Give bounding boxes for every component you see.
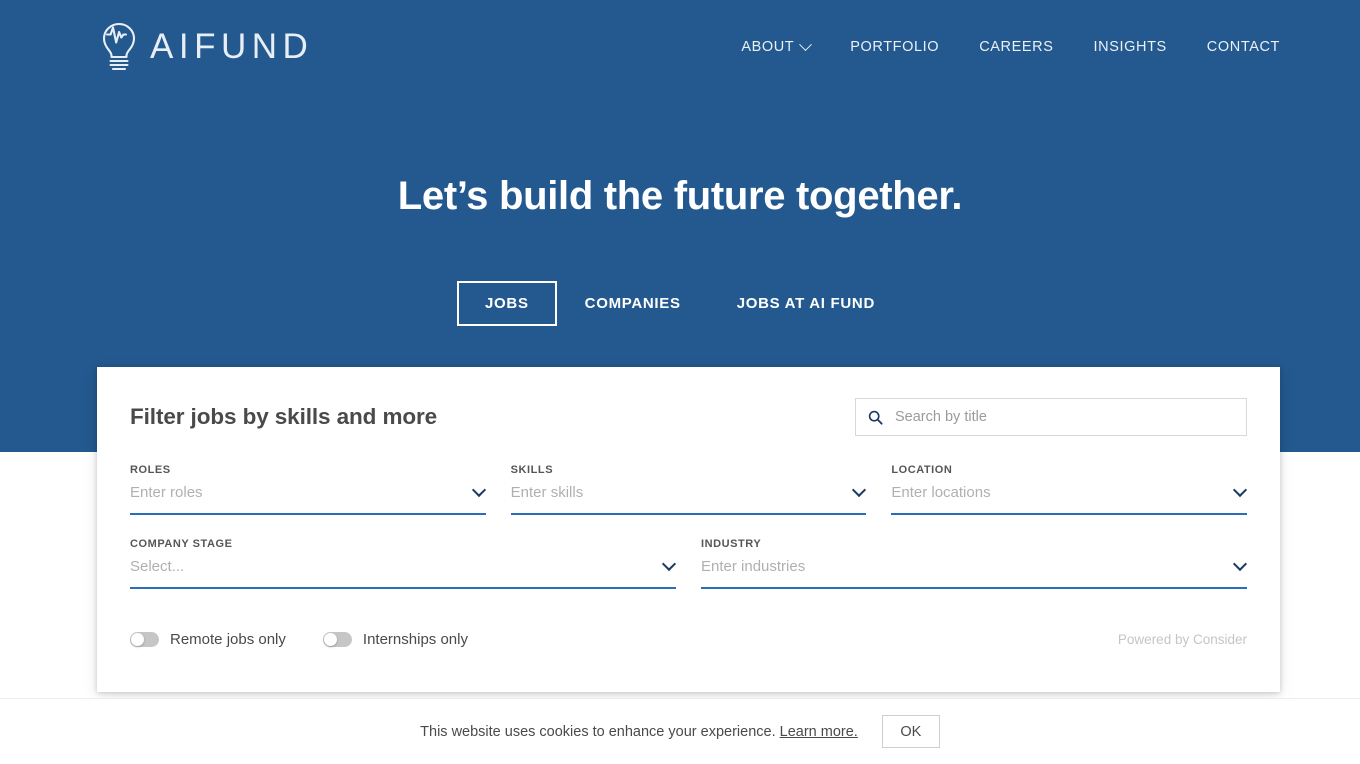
filter-location-placeholder: Enter locations (891, 484, 991, 501)
filter-card-title: Filter jobs by skills and more (130, 404, 438, 429)
nav-item-contact[interactable]: CONTACT (1207, 39, 1280, 55)
filter-skills-placeholder: Enter skills (510, 484, 584, 501)
filter-skills: SKILLS Enter skills (510, 464, 867, 515)
filter-toggles-row: Remote jobs only Internships only Powere… (130, 631, 1247, 648)
filter-company-stage-placeholder: Select... (130, 558, 185, 575)
filter-row-2: COMPANY STAGE Select... INDUSTRY Enter i… (130, 538, 1248, 589)
search-input[interactable]: Search by title (855, 398, 1247, 436)
tab-companies-label: COMPANIES (584, 295, 681, 312)
toggle-internships-only-switch[interactable] (322, 632, 352, 647)
search-input-placeholder: Search by title (895, 409, 987, 425)
tab-jobs-at-ai-fund[interactable]: JOBS AT AI FUND (709, 281, 903, 326)
nav-label-careers: CAREERS (979, 39, 1054, 55)
chevron-down-icon (661, 556, 677, 572)
site-header: AIFUND ABOUT PORTFOLIO CAREERS INSIGHTS … (0, 0, 1360, 94)
filter-skills-label: SKILLS (510, 464, 554, 476)
filter-location-control[interactable]: Enter locations (891, 482, 1248, 515)
nav-item-careers[interactable]: CAREERS (979, 39, 1053, 55)
page-title: Let’s build the future together. (397, 174, 963, 218)
powered-by-label: Powered by Consider (1117, 632, 1247, 647)
nav-label-about: ABOUT (741, 39, 795, 55)
toggle-internships-only-label: Internships only (362, 631, 468, 648)
filter-row-1: ROLES Enter roles SKILLS Enter skills LO… (130, 464, 1248, 515)
tab-jobs[interactable]: JOBS (457, 281, 557, 326)
nav-label-insights: INSIGHTS (1093, 39, 1167, 55)
search-icon (868, 410, 883, 425)
filter-roles: ROLES Enter roles (130, 464, 486, 515)
nav-item-portfolio[interactable]: PORTFOLIO (850, 39, 939, 55)
filter-industry-label: INDUSTRY (701, 538, 762, 550)
nav-item-about[interactable]: ABOUT (741, 37, 813, 55)
toggle-remote-jobs-only[interactable]: Remote jobs only (130, 631, 286, 648)
filter-roles-control[interactable]: Enter roles (130, 482, 486, 515)
tab-jobs-label: JOBS (485, 295, 529, 312)
chevron-down-icon (471, 482, 486, 498)
logo-wordmark: AIFUND (150, 26, 314, 66)
toggle-remote-jobs-only-switch[interactable] (130, 632, 159, 647)
chevron-down-icon (852, 482, 867, 498)
chevron-down-icon (799, 37, 813, 51)
cookie-ok-button[interactable]: OK (881, 715, 940, 748)
filter-company-stage-label: COMPANY STAGE (130, 538, 233, 550)
cookie-banner: This website uses cookies to enhance you… (0, 698, 1360, 764)
chevron-down-icon (1232, 556, 1248, 572)
filter-roles-placeholder: Enter roles (130, 484, 203, 501)
nav-item-insights[interactable]: INSIGHTS (1094, 39, 1167, 55)
filter-card-header: Filter jobs by skills and more Search by… (130, 367, 1247, 436)
filter-card: Filter jobs by skills and more Search by… (97, 367, 1280, 692)
filter-industry: INDUSTRY Enter industries (701, 538, 1248, 589)
tab-companies[interactable]: COMPANIES (557, 281, 709, 326)
filter-industry-placeholder: Enter industries (701, 558, 806, 575)
cookie-learn-more-link[interactable]: Learn more. (780, 724, 858, 740)
main-navigation: ABOUT PORTFOLIO CAREERS INSIGHTS CONTACT (741, 37, 1280, 55)
filter-industry-control[interactable]: Enter industries (701, 556, 1248, 589)
site-logo[interactable]: AIFUND (96, 19, 313, 75)
toggle-internships-only[interactable]: Internships only (322, 631, 468, 648)
filter-roles-label: ROLES (130, 464, 171, 476)
lightbulb-icon (96, 21, 142, 73)
chevron-down-icon (1232, 482, 1248, 498)
filter-skills-control[interactable]: Enter skills (510, 482, 867, 515)
filter-company-stage-control[interactable]: Select... (130, 556, 677, 589)
filter-location: LOCATION Enter locations (891, 464, 1248, 515)
hero-tabs: JOBS COMPANIES JOBS AT AI FUND (0, 281, 1360, 326)
filter-location-label: LOCATION (891, 464, 953, 476)
cookie-banner-message: This website uses cookies to enhance you… (420, 723, 776, 740)
tab-jobs-at-ai-fund-label: JOBS AT AI FUND (736, 295, 875, 312)
toggle-remote-jobs-only-label: Remote jobs only (170, 631, 286, 648)
toggle-knob (131, 633, 144, 646)
toggle-knob (323, 633, 337, 646)
nav-label-portfolio: PORTFOLIO (850, 39, 940, 55)
filter-company-stage: COMPANY STAGE Select... (130, 538, 677, 589)
filter-toggles: Remote jobs only Internships only (130, 631, 468, 648)
nav-label-contact: CONTACT (1206, 39, 1280, 55)
cookie-banner-text: This website uses cookies to enhance you… (420, 724, 858, 740)
